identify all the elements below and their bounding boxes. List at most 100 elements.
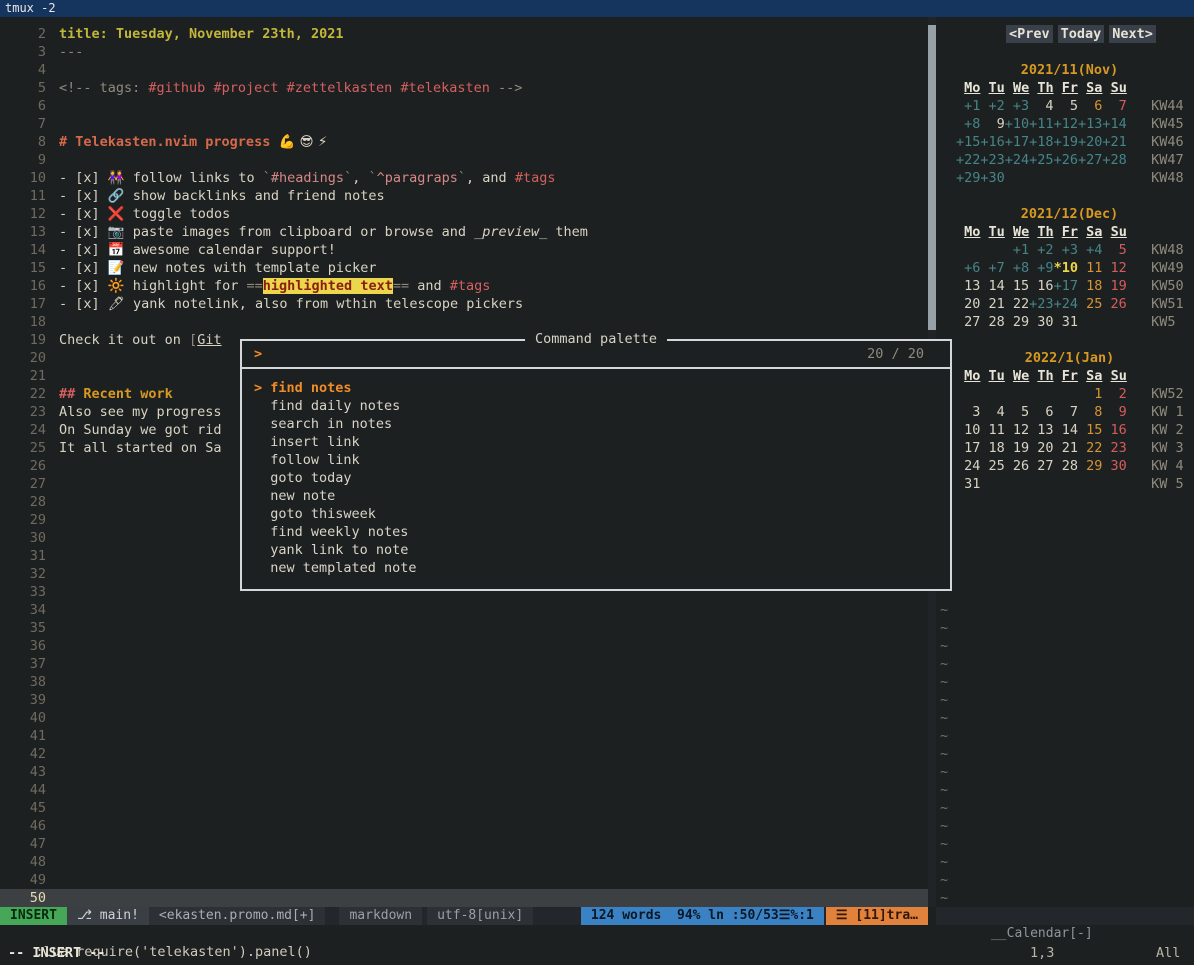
calendar-day[interactable]: +26 bbox=[1054, 152, 1078, 168]
text-segment[interactable]: paste images from clipboard or browse an… bbox=[125, 224, 475, 240]
editor-line-text[interactable]: - [x] 🔆 highlight for ==highlighted text… bbox=[59, 277, 490, 295]
text-segment[interactable]: #github bbox=[148, 80, 205, 96]
text-segment[interactable]: ## bbox=[59, 386, 83, 402]
palette-item-label[interactable]: yank link to note bbox=[270, 542, 408, 558]
calendar-day[interactable]: 4 bbox=[1029, 98, 1053, 114]
editor-line-text[interactable]: - [x] 👭 follow links to `#headings`, `^p… bbox=[59, 169, 555, 187]
text-segment[interactable]: toggle todos bbox=[125, 206, 231, 222]
calendar-day[interactable]: 6 bbox=[1029, 404, 1053, 420]
text-segment[interactable]: --- bbox=[59, 44, 83, 60]
calendar-day[interactable]: +1 bbox=[956, 98, 980, 114]
calendar-day[interactable]: 20 bbox=[956, 296, 980, 312]
text-segment[interactable]: them bbox=[547, 224, 588, 240]
editor-line-text[interactable]: <!-- tags: #github #project #zettelkaste… bbox=[59, 79, 522, 97]
text-segment[interactable]: Git bbox=[197, 332, 221, 348]
calendar-day[interactable]: 12 bbox=[1102, 260, 1126, 276]
palette-item[interactable]: goto today bbox=[254, 469, 950, 487]
editor-line[interactable]: 13- [x] 📷 paste images from clipboard or… bbox=[0, 223, 928, 241]
calendar-day[interactable]: 30 bbox=[1029, 314, 1053, 330]
calendar-day[interactable]: 29 bbox=[1005, 314, 1029, 330]
editor-line[interactable]: 36 bbox=[0, 637, 928, 655]
editor-line-text[interactable]: title: Tuesday, November 23th, 2021 bbox=[59, 25, 343, 43]
text-segment[interactable]: highlight for bbox=[125, 278, 247, 294]
calendar-day[interactable]: +3 bbox=[1005, 98, 1029, 114]
calendar-day[interactable]: +3 bbox=[1054, 242, 1078, 258]
calendar-day[interactable]: 16 bbox=[1102, 422, 1126, 438]
calendar-day[interactable]: +2 bbox=[1029, 242, 1053, 258]
text-segment[interactable]: Also see my progress bbox=[59, 404, 222, 420]
editor-line[interactable]: 42 bbox=[0, 745, 928, 763]
calendar-day[interactable]: +25 bbox=[1029, 152, 1053, 168]
calendar-day[interactable]: 20 bbox=[1029, 440, 1053, 456]
editor-line[interactable]: 8# Telekasten.nvim progress 💪 😎 ⚡ bbox=[0, 133, 928, 151]
palette-item[interactable]: follow link bbox=[254, 451, 950, 469]
text-segment[interactable]: == bbox=[393, 278, 409, 294]
palette-item-label[interactable]: search in notes bbox=[270, 416, 392, 432]
editor-line-text[interactable]: --- bbox=[59, 43, 83, 61]
scrollbar-thumb[interactable] bbox=[928, 25, 936, 330]
text-segment[interactable]: Check it out on bbox=[59, 332, 189, 348]
emoji[interactable]: 🖊 bbox=[108, 296, 125, 312]
emoji[interactable]: 👭 bbox=[108, 170, 125, 186]
calendar-day[interactable]: +18 bbox=[1029, 134, 1053, 150]
text-segment[interactable]: ^paragraps bbox=[377, 170, 458, 186]
editor-line[interactable]: 47 bbox=[0, 835, 928, 853]
calendar-day[interactable]: 15 bbox=[1078, 422, 1102, 438]
calendar-day[interactable]: 28 bbox=[980, 314, 1004, 330]
calendar-day[interactable]: +4 bbox=[1078, 242, 1102, 258]
calendar-prev-button[interactable]: <Prev bbox=[1006, 25, 1053, 43]
text-segment[interactable]: #tags bbox=[515, 170, 556, 186]
editor-line[interactable]: 7 bbox=[0, 115, 928, 133]
text-segment[interactable]: show backlinks and friend notes bbox=[125, 188, 385, 204]
text-segment[interactable]: _preview_ bbox=[474, 224, 547, 240]
calendar-day[interactable]: 4 bbox=[980, 404, 1004, 420]
text-segment[interactable]: yank notelink, also from wthin telescope… bbox=[125, 296, 523, 312]
calendar-day[interactable]: +7 bbox=[980, 260, 1004, 276]
editor-line[interactable]: 44 bbox=[0, 781, 928, 799]
text-segment[interactable]: - [x] bbox=[59, 296, 108, 312]
editor-line[interactable]: 50 bbox=[0, 889, 928, 907]
editor-line-text[interactable]: - [x] 🖊 yank notelink, also from wthin t… bbox=[59, 295, 523, 313]
text-segment[interactable]: follow links to bbox=[125, 170, 263, 186]
text-segment[interactable] bbox=[278, 80, 286, 96]
calendar-day[interactable]: 31 bbox=[1054, 314, 1078, 330]
calendar-day[interactable]: 25 bbox=[980, 458, 1004, 474]
editor-line[interactable]: 37 bbox=[0, 655, 928, 673]
calendar-today-button[interactable]: Today bbox=[1058, 25, 1105, 43]
calendar-day[interactable]: +6 bbox=[956, 260, 980, 276]
editor-line-text[interactable]: - [x] 📅 awesome calendar support! bbox=[59, 241, 336, 259]
calendar-day[interactable]: 8 bbox=[1078, 404, 1102, 420]
calendar-day[interactable]: 29 bbox=[1078, 458, 1102, 474]
editor-line[interactable]: 11- [x] 🔗 show backlinks and friend note… bbox=[0, 187, 928, 205]
text-segment[interactable]: - [x] bbox=[59, 170, 108, 186]
editor-line[interactable]: 39 bbox=[0, 691, 928, 709]
calendar-day[interactable]: +12 bbox=[1054, 116, 1078, 132]
text-segment[interactable]: It all started on Sa bbox=[59, 440, 222, 456]
text-segment[interactable]: ` bbox=[458, 170, 466, 186]
text-segment[interactable]: highlighted text bbox=[263, 278, 393, 294]
calendar-day[interactable]: 22 bbox=[1005, 296, 1029, 312]
editor-line-text[interactable]: - [x] ❌ toggle todos bbox=[59, 205, 230, 223]
calendar-day[interactable]: 31 bbox=[956, 476, 980, 492]
text-segment[interactable]: [ bbox=[189, 332, 197, 348]
calendar-day[interactable]: +28 bbox=[1102, 152, 1126, 168]
editor-line[interactable]: 3--- bbox=[0, 43, 928, 61]
text-segment[interactable]: ` bbox=[263, 170, 271, 186]
calendar-day[interactable]: 2 bbox=[1102, 386, 1126, 402]
calendar-day[interactable]: +27 bbox=[1078, 152, 1102, 168]
calendar-day[interactable]: 27 bbox=[1029, 458, 1053, 474]
editor-line-text[interactable]: - [x] 🔗 show backlinks and friend notes bbox=[59, 187, 385, 205]
calendar-day[interactable]: +17 bbox=[1005, 134, 1029, 150]
palette-item[interactable]: insert link bbox=[254, 433, 950, 451]
calendar-day[interactable]: 16 bbox=[1029, 278, 1053, 294]
editor-line-text[interactable]: ## Recent work bbox=[59, 385, 173, 403]
text-segment[interactable]: ` bbox=[368, 170, 376, 186]
calendar-day[interactable]: +23 bbox=[1029, 296, 1053, 312]
calendar-day[interactable]: +15 bbox=[956, 134, 980, 150]
calendar-day[interactable]: 18 bbox=[980, 440, 1004, 456]
text-segment[interactable]: #tags bbox=[450, 278, 491, 294]
text-segment[interactable]: #project bbox=[213, 80, 278, 96]
editor-line[interactable]: 35 bbox=[0, 619, 928, 637]
calendar-day[interactable]: +8 bbox=[1005, 260, 1029, 276]
calendar-day[interactable]: 5 bbox=[1102, 242, 1126, 258]
